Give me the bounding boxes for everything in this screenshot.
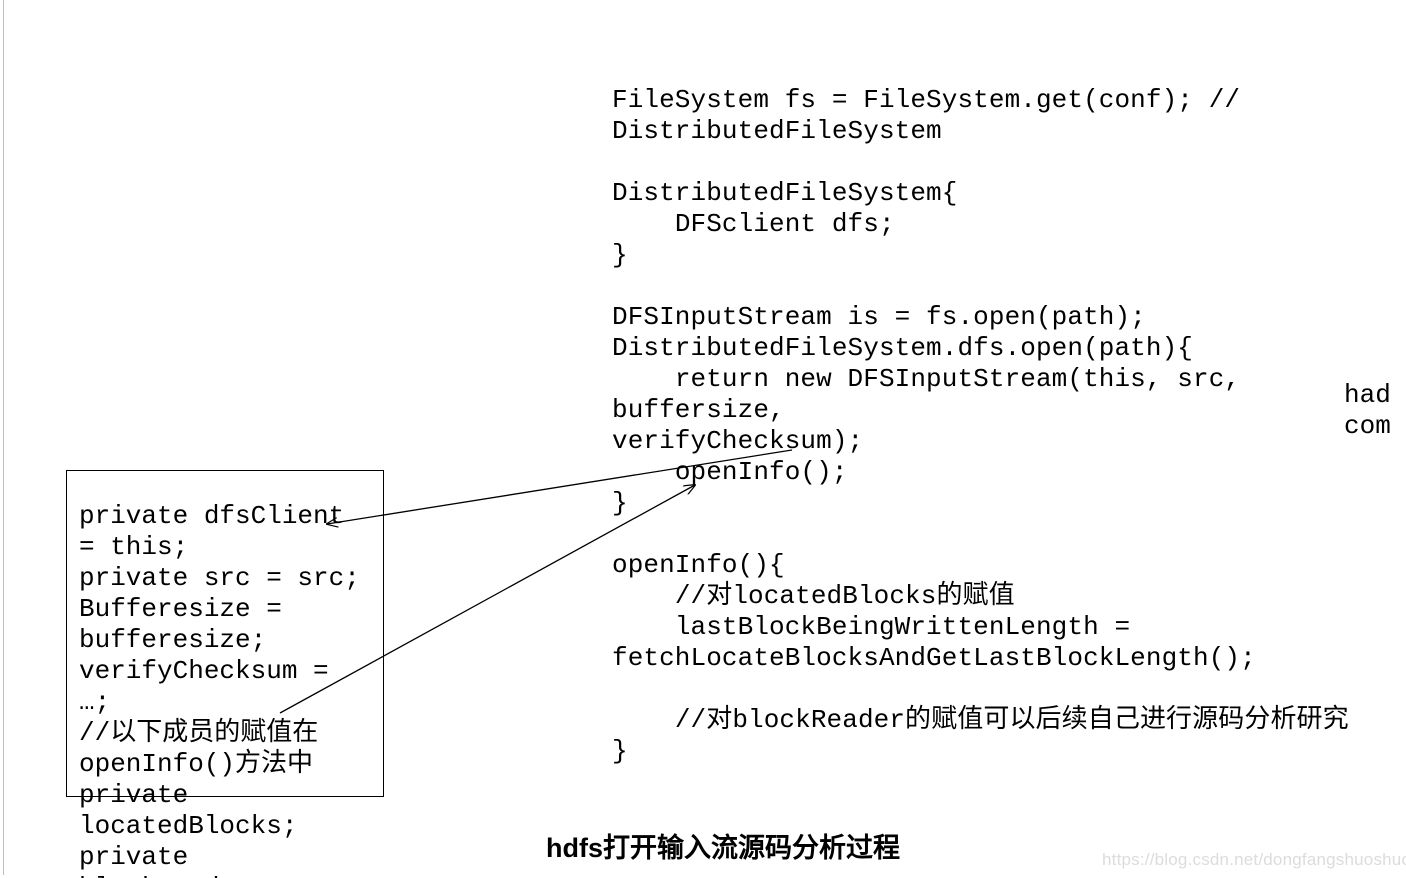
box-code-block: private dfsClient = this; private src = …: [66, 470, 384, 797]
cutoff-text-bottom: com: [1344, 411, 1391, 442]
cutoff-text-top: had: [1344, 380, 1391, 411]
diagram-canvas: FileSystem fs = FileSystem.get(conf); //…: [3, 0, 1403, 875]
watermark-text: https://blog.csdn.net/dongfangshuoshuo: [1102, 850, 1406, 870]
diagram-title: hdfs打开输入流源码分析过程: [546, 826, 900, 865]
main-code-block: FileSystem fs = FileSystem.get(conf); //…: [612, 85, 1402, 767]
